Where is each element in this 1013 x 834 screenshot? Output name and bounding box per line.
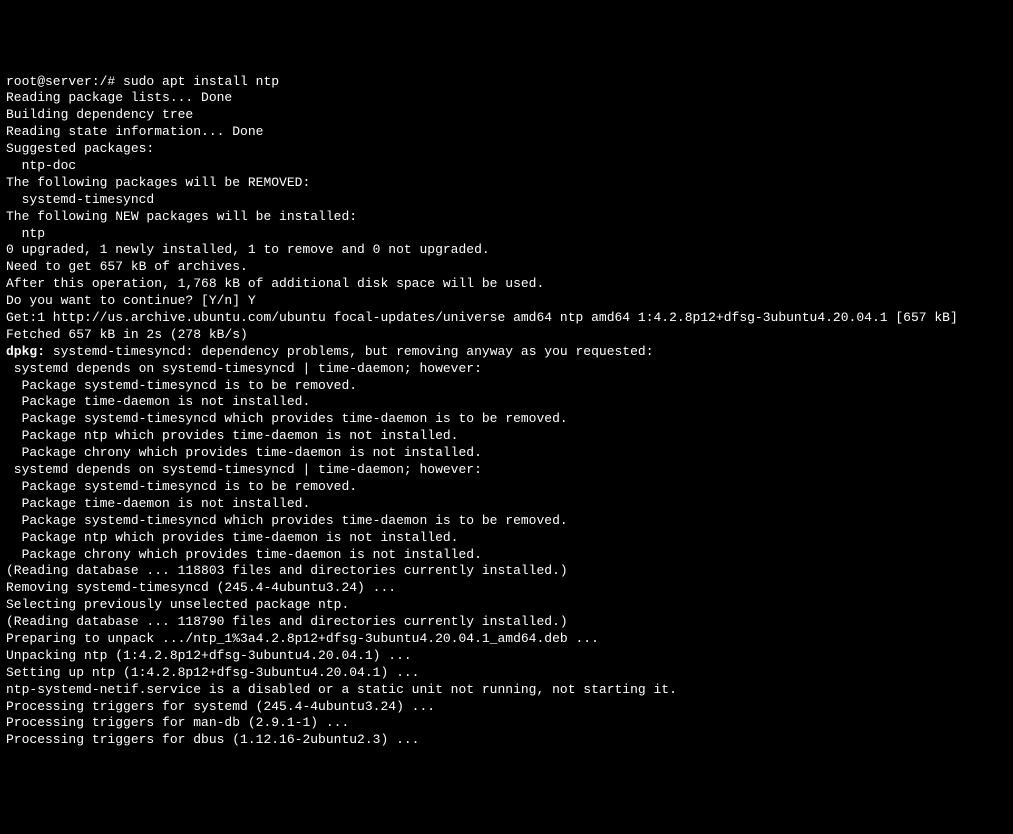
dependency-line: Package time-daemon is not installed. bbox=[6, 394, 1007, 411]
output-line: Preparing to unpack .../ntp_1%3a4.2.8p12… bbox=[6, 631, 1007, 648]
dpkg-line: dpkg: systemd-timesyncd: dependency prob… bbox=[6, 344, 1007, 361]
output-line: Need to get 657 kB of archives. bbox=[6, 259, 1007, 276]
dependency-line: Package systemd-timesyncd is to be remov… bbox=[6, 378, 1007, 395]
shell-prompt: root@server:/# bbox=[6, 74, 123, 89]
output-line: Processing triggers for dbus (1.12.16-2u… bbox=[6, 732, 1007, 749]
output-line: ntp-doc bbox=[6, 158, 1007, 175]
dependency-line: Package time-daemon is not installed. bbox=[6, 496, 1007, 513]
output-line: ntp bbox=[6, 226, 1007, 243]
output-line: Unpacking ntp (1:4.2.8p12+dfsg-3ubuntu4.… bbox=[6, 648, 1007, 665]
output-line: Selecting previously unselected package … bbox=[6, 597, 1007, 614]
dpkg-message: systemd-timesyncd: dependency problems, … bbox=[45, 344, 654, 359]
output-line: Processing triggers for man-db (2.9.1-1)… bbox=[6, 715, 1007, 732]
dependency-line: Package ntp which provides time-daemon i… bbox=[6, 530, 1007, 547]
dependency-line: Package chrony which provides time-daemo… bbox=[6, 547, 1007, 564]
output-line: The following packages will be REMOVED: bbox=[6, 175, 1007, 192]
entered-command: sudo apt install ntp bbox=[123, 74, 279, 89]
output-line: Building dependency tree bbox=[6, 107, 1007, 124]
output-line: 0 upgraded, 1 newly installed, 1 to remo… bbox=[6, 242, 1007, 259]
output-line: (Reading database ... 118803 files and d… bbox=[6, 563, 1007, 580]
dependency-line: systemd depends on systemd-timesyncd | t… bbox=[6, 462, 1007, 479]
dpkg-prefix: dpkg: bbox=[6, 344, 45, 359]
output-line: Removing systemd-timesyncd (245.4-4ubunt… bbox=[6, 580, 1007, 597]
output-line: Fetched 657 kB in 2s (278 kB/s) bbox=[6, 327, 1007, 344]
terminal-output[interactable]: root@server:/# sudo apt install ntpReadi… bbox=[6, 74, 1007, 750]
output-line: Processing triggers for systemd (245.4-4… bbox=[6, 699, 1007, 716]
dependency-line: systemd depends on systemd-timesyncd | t… bbox=[6, 361, 1007, 378]
dependency-line: Package ntp which provides time-daemon i… bbox=[6, 428, 1007, 445]
output-line: (Reading database ... 118790 files and d… bbox=[6, 614, 1007, 631]
output-line: Do you want to continue? [Y/n] Y bbox=[6, 293, 1007, 310]
dependency-line: Package chrony which provides time-daemo… bbox=[6, 445, 1007, 462]
output-line: After this operation, 1,768 kB of additi… bbox=[6, 276, 1007, 293]
dependency-line: Package systemd-timesyncd is to be remov… bbox=[6, 479, 1007, 496]
output-line: Suggested packages: bbox=[6, 141, 1007, 158]
output-line: Get:1 http://us.archive.ubuntu.com/ubunt… bbox=[6, 310, 1007, 327]
dependency-line: Package systemd-timesyncd which provides… bbox=[6, 411, 1007, 428]
dependency-line: Package systemd-timesyncd which provides… bbox=[6, 513, 1007, 530]
output-line: The following NEW packages will be insta… bbox=[6, 209, 1007, 226]
output-line: Setting up ntp (1:4.2.8p12+dfsg-3ubuntu4… bbox=[6, 665, 1007, 682]
output-line: Reading state information... Done bbox=[6, 124, 1007, 141]
output-line: ntp-systemd-netif.service is a disabled … bbox=[6, 682, 1007, 699]
output-line: Reading package lists... Done bbox=[6, 90, 1007, 107]
output-line: systemd-timesyncd bbox=[6, 192, 1007, 209]
command-line: root@server:/# sudo apt install ntp bbox=[6, 74, 1007, 91]
